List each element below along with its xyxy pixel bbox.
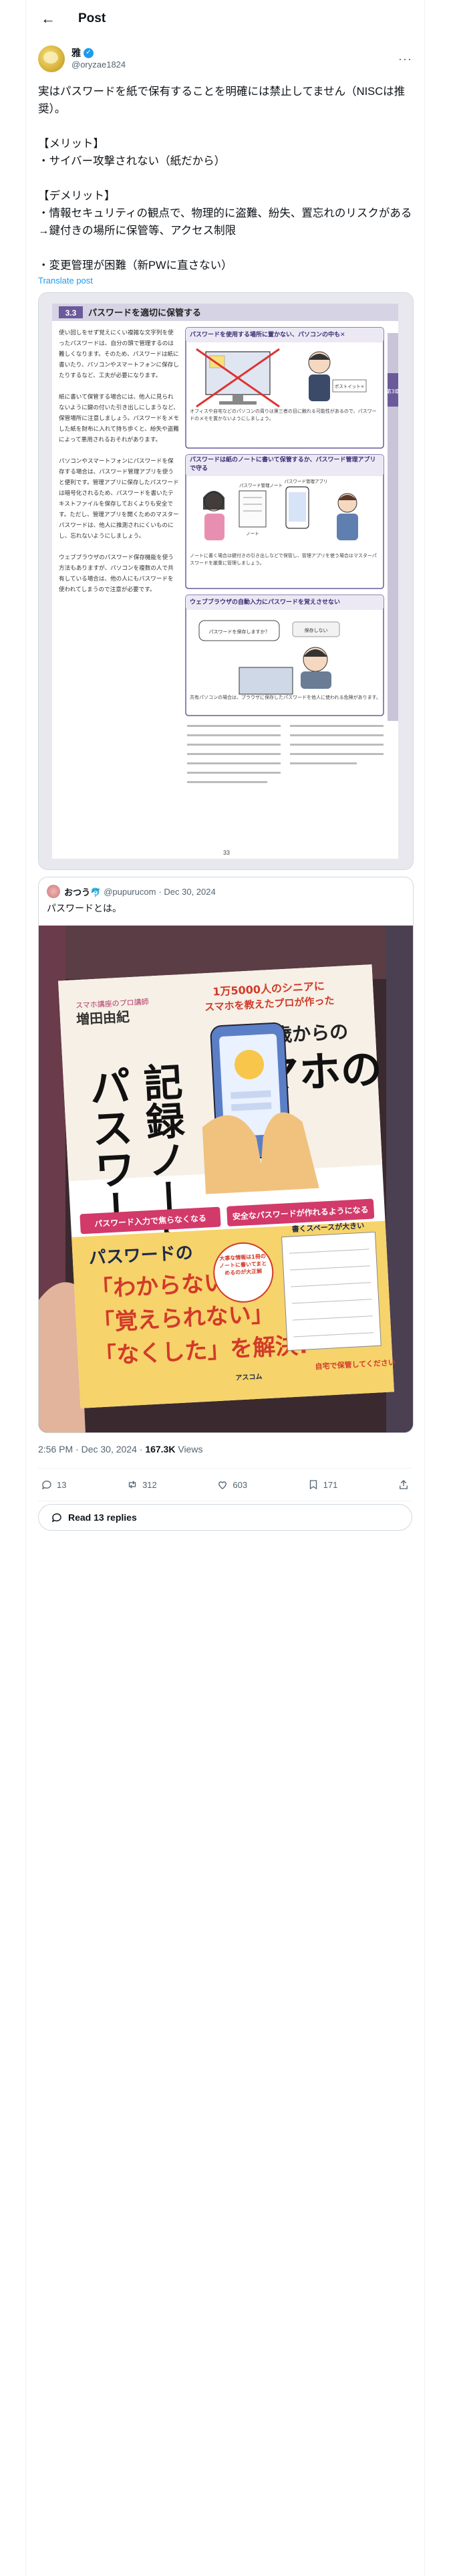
like-button[interactable]: 603 bbox=[216, 1479, 247, 1491]
quoted-author-name: おつう🐬 bbox=[64, 887, 102, 897]
repost-icon bbox=[128, 1481, 136, 1489]
action-bar: 13 312 603 171 bbox=[26, 1469, 424, 1501]
post-meta: 2:56 PM · Dec 30, 2024 · 167.3K Views bbox=[26, 1444, 424, 1459]
heart-icon bbox=[218, 1481, 227, 1489]
author-handle[interactable]: @oryzae1824 bbox=[71, 59, 126, 71]
box2-caption: ノートに書く場合は鍵付きの引き出しなどで保管し、管理アプリを使う場合はマスターパ… bbox=[190, 553, 377, 566]
chapter-tab: 第3章 bbox=[386, 388, 400, 395]
speech-bubble-icon bbox=[51, 1513, 61, 1523]
quoted-date: · Dec 30, 2024 bbox=[158, 886, 216, 897]
box3-bubble: パスワードを保存しますか？ bbox=[209, 629, 270, 635]
post-timestamp[interactable]: 2:56 PM · Dec 30, 2024 · bbox=[38, 1444, 145, 1455]
repost-count: 312 bbox=[142, 1479, 157, 1490]
box2-title: パスワードは紙のノートに書いて保管するか、パスワード管理アプリで守る bbox=[190, 457, 376, 472]
box1-sticker-label: ポストイット× bbox=[335, 384, 364, 389]
quoted-post[interactable]: おつう🐬 @pupurucom · Dec 30, 2024 パスワードとは。 … bbox=[38, 877, 414, 1433]
post-header: 雅 ✓ @oryzae1824 ··· bbox=[26, 37, 424, 75]
page-number: 33 bbox=[223, 849, 230, 856]
author-name[interactable]: 雅 bbox=[71, 47, 81, 59]
view-count: 167.3K bbox=[145, 1444, 176, 1455]
quoted-avatar bbox=[47, 885, 60, 898]
book-sticker: 大事な情報は1冊のノートに書いてまとめるのが大正解 bbox=[218, 1253, 267, 1277]
views-label: Views bbox=[175, 1444, 203, 1455]
box1-caption: オフィスや自宅などのパソコンの周りは第三者の目に触れる可能性があるので、パスワー… bbox=[190, 409, 377, 421]
box2-label-app: パスワード管理アプリ bbox=[285, 478, 328, 484]
box3-caption: 共有パソコンの場合は、ブラウザに保存したパスワードを他人に使われる危険があります… bbox=[190, 695, 381, 700]
section-number: 3.3 bbox=[65, 308, 77, 318]
quoted-author-handle: @pupurucom bbox=[104, 886, 156, 897]
page-title: Post bbox=[78, 11, 106, 25]
reply-button[interactable]: 13 bbox=[41, 1479, 66, 1491]
bookmark-count: 171 bbox=[323, 1479, 338, 1490]
box1-title: パスワードを使用する場所に置かない、パソコンの中も✕ bbox=[190, 332, 345, 338]
back-arrow-icon[interactable]: ← bbox=[38, 9, 58, 29]
read-replies-button[interactable]: Read 13 replies bbox=[38, 1504, 412, 1531]
bookmark-button[interactable]: 171 bbox=[307, 1479, 338, 1491]
post-text: 実はパスワードを紙で保有することを明確には禁止してません（NISCは推奨）。 【… bbox=[38, 86, 412, 272]
section-title: パスワードを適切に保管する bbox=[88, 308, 201, 318]
repost-button[interactable]: 312 bbox=[126, 1479, 157, 1491]
more-options-icon[interactable]: ··· bbox=[398, 52, 412, 66]
box3-title: ウェブブラウザの自動入力にパスワードを覚えさせない bbox=[190, 599, 341, 606]
share-icon bbox=[400, 1480, 408, 1489]
quoted-image-book[interactable]: スマホ講座のプロ講師 増田由紀 1万5000人のシニアに スマホを教えたプロが作… bbox=[39, 926, 413, 1432]
book-publisher: アスコム bbox=[235, 1373, 263, 1382]
share-button[interactable] bbox=[398, 1479, 410, 1491]
bookmark-icon bbox=[309, 1480, 317, 1490]
box3-button: 保存しない bbox=[305, 627, 328, 633]
box2-label-notebook: パスワード管理ノート bbox=[239, 482, 283, 488]
quoted-post-header: おつう🐬 @pupurucom · Dec 30, 2024 bbox=[39, 877, 413, 899]
avatar[interactable] bbox=[38, 45, 65, 72]
reply-count: 13 bbox=[57, 1479, 67, 1490]
box2-label-note: ノート bbox=[246, 531, 259, 536]
like-count: 603 bbox=[233, 1479, 248, 1490]
quoted-post-text: パスワードとは。 bbox=[47, 903, 122, 914]
verified-badge-icon: ✓ bbox=[84, 47, 94, 58]
read-replies-label: Read 13 replies bbox=[68, 1512, 137, 1523]
document-body-text: 使い回しをせず覚えにくい複雑な文字列を使ったパスワードは、自分の頭で管理するのは… bbox=[59, 330, 179, 593]
post-column: ← Post 雅 ✓ @oryzae1824 ··· 実はパスワードを紙で保有する… bbox=[25, 0, 425, 2576]
reply-icon bbox=[41, 1481, 51, 1490]
post-image-document[interactable]: 3.3 パスワードを適切に保管する 第3章 使い回しをせず覚えにくい複雑な文字列… bbox=[38, 292, 414, 870]
top-bar: ← Post bbox=[26, 0, 424, 37]
translate-link[interactable]: Translate post bbox=[26, 276, 424, 286]
book-author: 増田由紀 bbox=[76, 1008, 130, 1027]
